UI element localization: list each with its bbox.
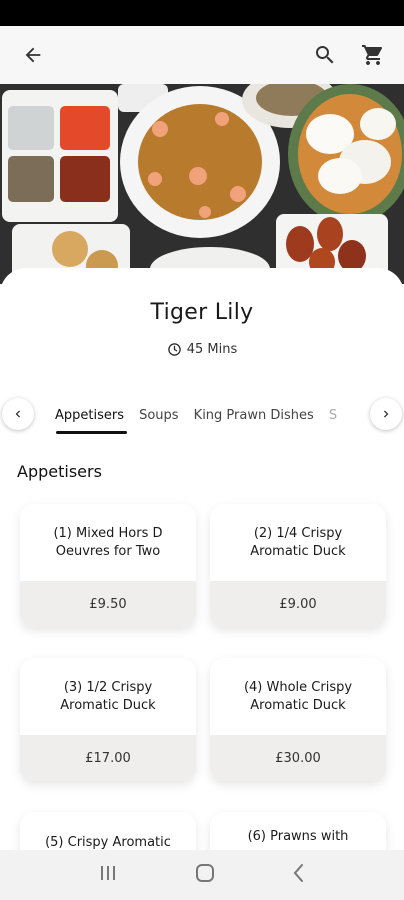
menu-item-card[interactable]: (4) Whole Crispy Aromatic Duck £30.00 [210, 658, 386, 781]
menu-item-name: (6) Prawns with [247, 829, 349, 844]
menu-item-card[interactable]: (2) 1/4 Crispy Aromatic Duck £9.00 [210, 504, 386, 627]
chevron-left-icon [15, 410, 20, 418]
tab-next-category[interactable]: S [324, 394, 342, 434]
arrow-left-icon [25, 47, 41, 63]
tabs-scroll-left-button[interactable] [2, 398, 34, 430]
menu-item-price: £9.00 [210, 581, 386, 627]
tab-appetisers[interactable]: Appetisers [50, 394, 129, 434]
menu-item-card[interactable]: (6) Prawns with [210, 812, 386, 850]
menu-item-card[interactable]: (1) Mixed Hors D Oeuvres for Two £9.50 [20, 504, 196, 627]
cart-button[interactable] [360, 42, 386, 68]
restaurant-name: Tiger Lily [150, 300, 254, 325]
home-icon [195, 864, 214, 882]
recent-apps-button[interactable] [98, 864, 118, 886]
menu-item-name: (2) 1/4 Crispy Aromatic Duck [250, 525, 346, 559]
menu-item-name: (4) Whole Crispy Aromatic Duck [243, 679, 353, 713]
menu-item-price: £17.00 [20, 735, 196, 781]
cart-icon [362, 45, 383, 65]
menu-sheet: Tiger Lily 45 Mins Appetisers Soups King… [0, 268, 404, 850]
menu-item-name: (1) Mixed Hors D Oeuvres for Two [53, 525, 163, 559]
menu-item-name: (3) 1/2 Crispy Aromatic Duck [60, 679, 156, 713]
system-back-button[interactable] [292, 863, 306, 887]
tab-soups[interactable]: Soups [134, 394, 183, 434]
menu-item-name: (5) Crispy Aromatic [45, 835, 171, 850]
delivery-time: 45 Mins [0, 342, 404, 357]
menu-item-card[interactable]: (3) 1/2 Crispy Aromatic Duck £17.00 [20, 658, 196, 781]
chevron-left-icon [293, 864, 303, 882]
system-navigation-bar [0, 850, 404, 900]
app-bar [0, 26, 404, 84]
search-icon [316, 46, 334, 64]
tabs-scroll-right-button[interactable] [370, 398, 402, 430]
chevron-right-icon [384, 410, 389, 418]
recent-apps-icon [101, 866, 116, 880]
tab-strip: Appetisers Soups King Prawn Dishes S [50, 394, 356, 438]
search-button[interactable] [312, 42, 338, 68]
category-tabs: Appetisers Soups King Prawn Dishes S [0, 394, 404, 438]
home-button[interactable] [195, 863, 215, 887]
menu-item-card[interactable]: (5) Crispy Aromatic [20, 812, 196, 850]
delivery-time-label: 45 Mins [186, 342, 238, 357]
menu-item-price: £30.00 [210, 735, 386, 781]
status-bar [0, 0, 404, 26]
back-button[interactable] [20, 42, 46, 68]
tab-king-prawn-dishes[interactable]: King Prawn Dishes [189, 394, 319, 434]
clock-icon [167, 343, 181, 356]
menu-item-price: £9.50 [20, 581, 196, 627]
restaurant-banner-image [0, 84, 404, 284]
section-title: Appetisers [17, 462, 102, 481]
